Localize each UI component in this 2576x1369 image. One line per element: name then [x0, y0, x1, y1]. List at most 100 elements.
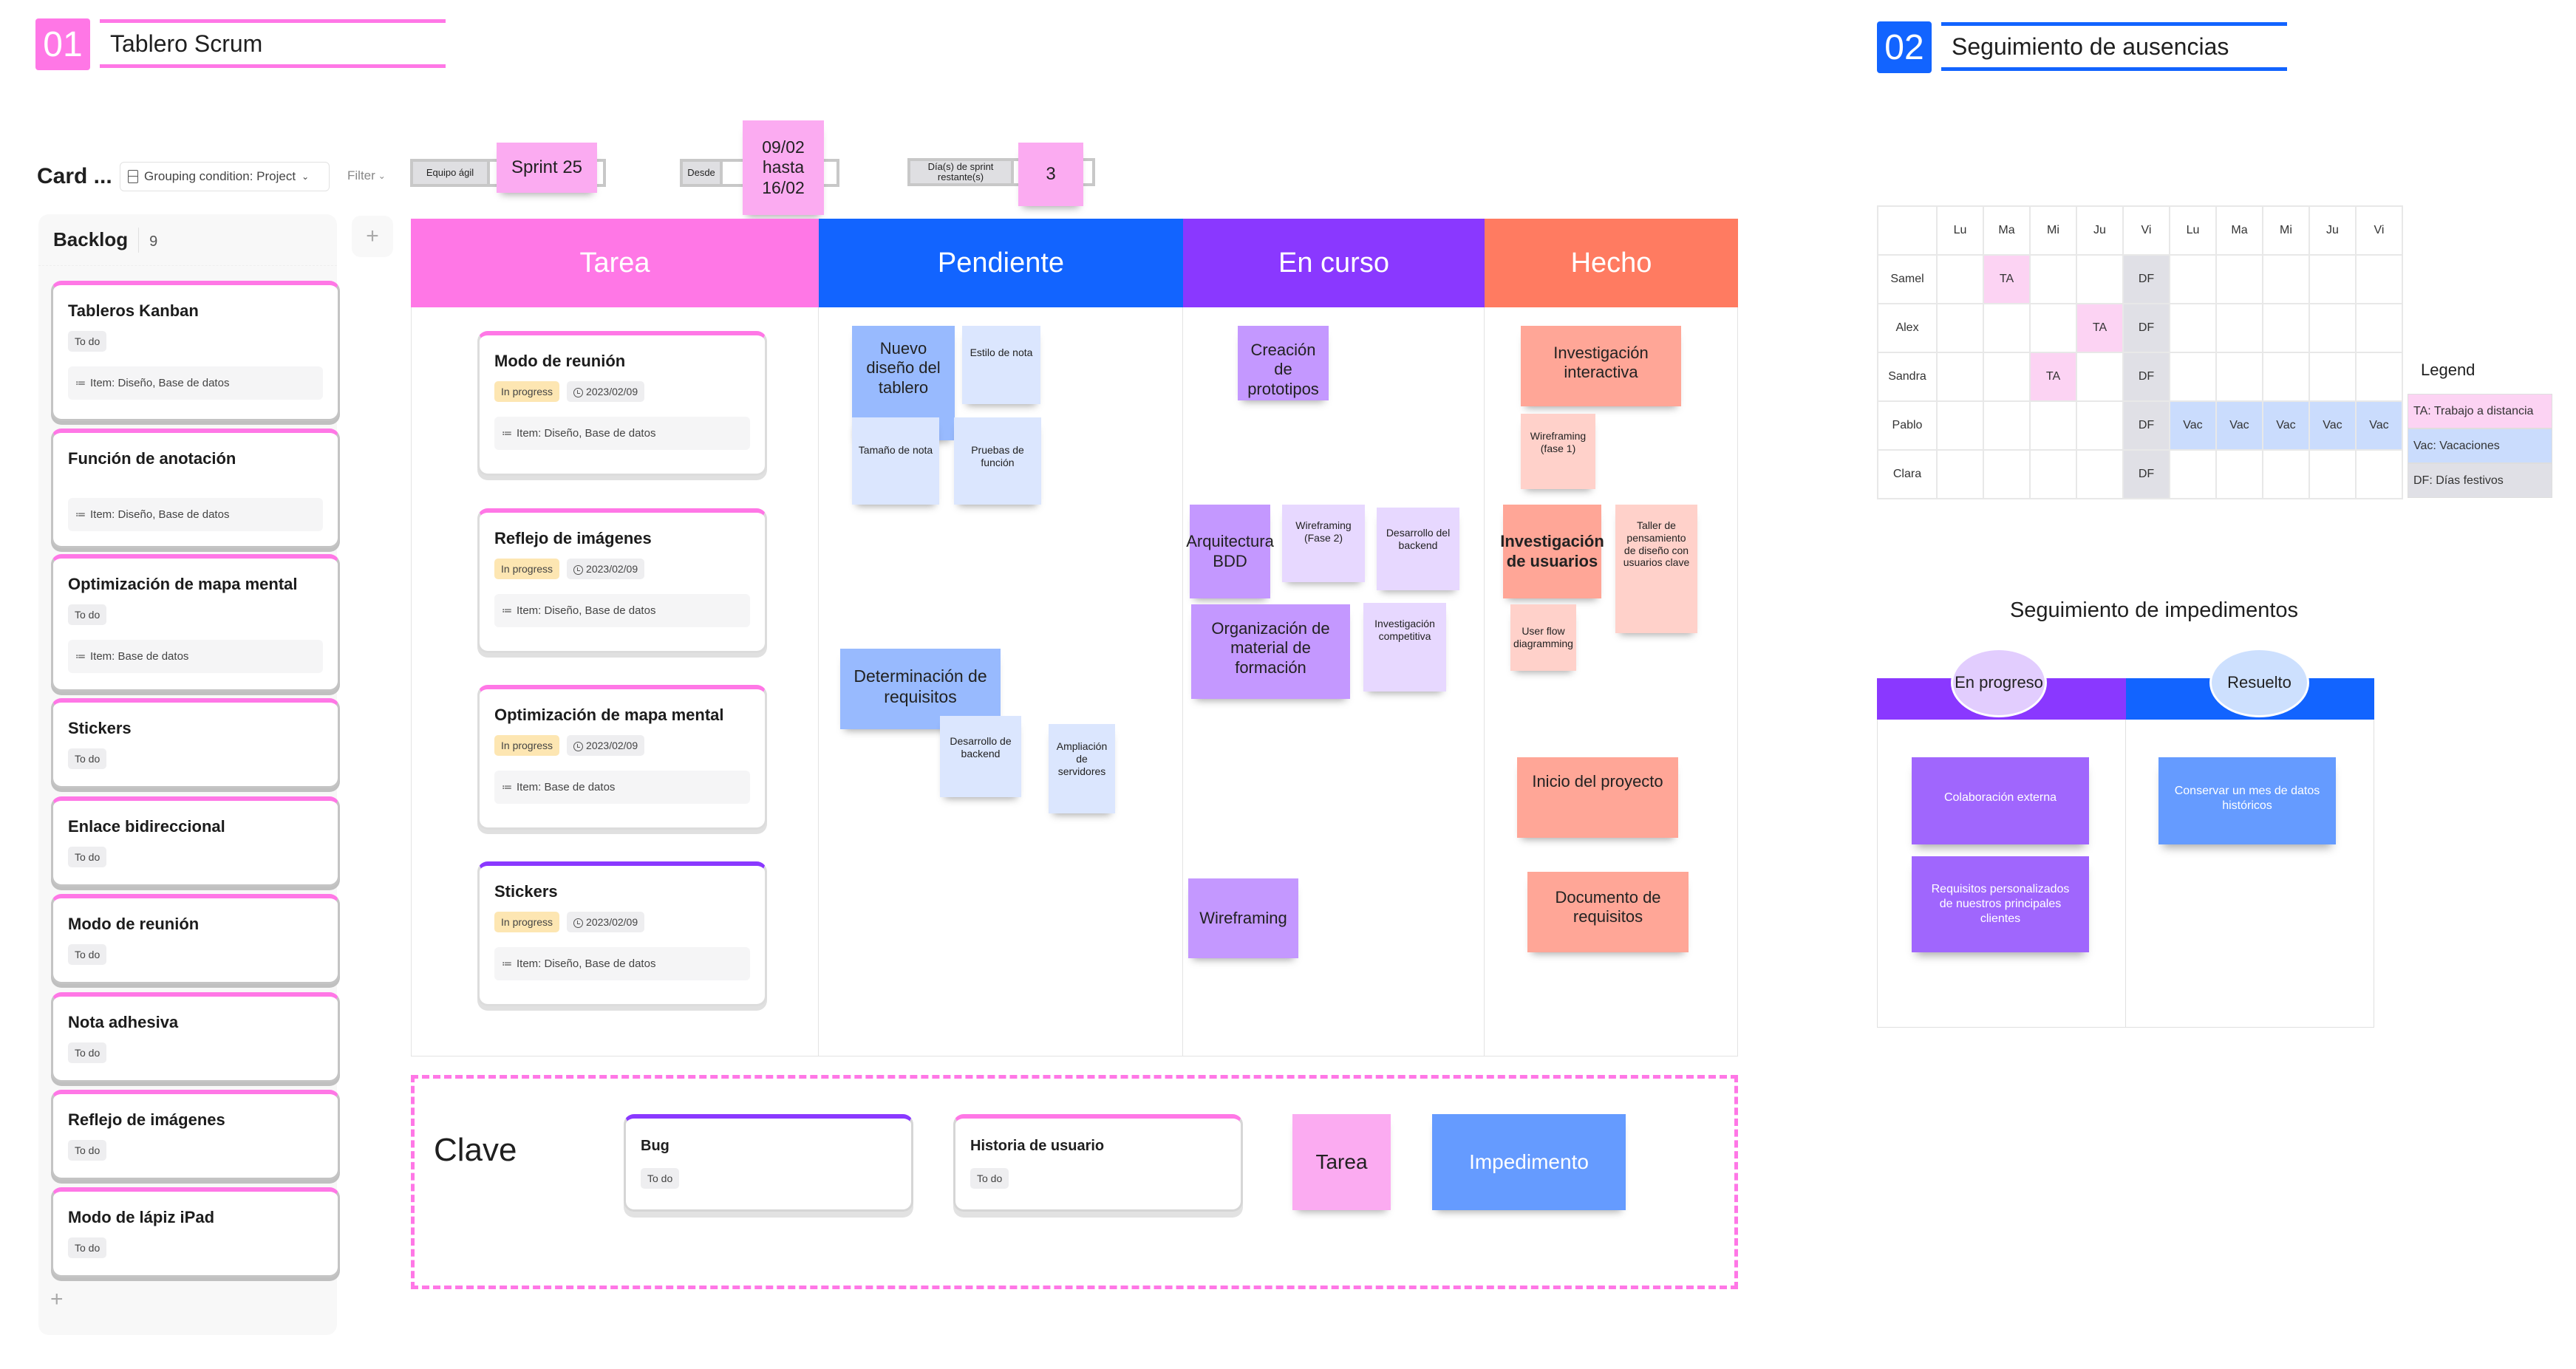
absence-cell[interactable]: Vac	[2355, 400, 2403, 451]
remaining-days-sticky-note[interactable]: 3	[1018, 143, 1083, 206]
task-card[interactable]: Modo de reunión In progress 2023/02/09 ≔…	[477, 331, 767, 476]
backlog-card[interactable]: Tableros Kanban To do ≔ Item: Diseño, Bas…	[51, 281, 340, 421]
sticky-note[interactable]: Pruebas de función	[954, 417, 1041, 505]
task-card[interactable]: Stickers In progress 2023/02/09 ≔ Item: D…	[477, 861, 767, 1006]
absence-cell[interactable]: TA	[1983, 254, 2031, 304]
task-card[interactable]: Reflejo de imágenes In progress 2023/02/…	[477, 508, 767, 653]
item-text: Item: Diseño, Base de datos	[517, 957, 656, 970]
absence-cell[interactable]	[1983, 303, 2031, 353]
day-header: Ju	[2308, 205, 2357, 256]
absence-cell[interactable]	[2076, 449, 2124, 499]
absence-cell[interactable]: DF	[2122, 400, 2170, 451]
absence-cell[interactable]	[2215, 303, 2263, 353]
sticky-note[interactable]: Investigación competitiva	[1363, 603, 1446, 692]
absence-cell[interactable]: Vac	[2215, 400, 2263, 451]
absence-cell[interactable]	[2308, 449, 2357, 499]
absence-cell[interactable]	[2262, 254, 2310, 304]
impediment-note[interactable]: Conservar un mes de datos históricos	[2158, 757, 2336, 844]
sticky-note[interactable]: Documento de requisitos	[1527, 872, 1689, 952]
backlog-card[interactable]: Modo de reunión To do	[51, 894, 340, 984]
task-card[interactable]: Optimización de mapa mental In progress …	[477, 685, 767, 830]
sticky-note[interactable]: Tamaño de nota	[852, 417, 939, 505]
sticky-note[interactable]: Desarrollo del backend	[1377, 508, 1459, 590]
sticky-note[interactable]: Arquitectura BDD	[1186, 505, 1274, 598]
absence-cell[interactable]	[2308, 254, 2357, 304]
item-text: Item: Base de datos	[90, 650, 189, 663]
absence-cell[interactable]: DF	[2122, 303, 2170, 353]
absence-cell[interactable]	[2355, 254, 2403, 304]
sticky-note[interactable]: Creación de prototipos	[1238, 326, 1329, 400]
card-title: Stickers	[494, 882, 558, 901]
filter-dropdown[interactable]: Filter ⌄	[347, 168, 386, 183]
absence-cell[interactable]: Vac	[2262, 400, 2310, 451]
backlog-card[interactable]: Stickers To do	[51, 698, 340, 788]
absence-cell[interactable]	[1936, 400, 1984, 451]
absence-cell[interactable]: DF	[2122, 352, 2170, 402]
backlog-card[interactable]: Enlace bidireccional To do	[51, 796, 340, 887]
absence-cell[interactable]	[1936, 303, 1984, 353]
sticky-note[interactable]: User flow diagramming	[1510, 604, 1576, 671]
absence-cell[interactable]	[2262, 449, 2310, 499]
absence-cell[interactable]	[2076, 254, 2124, 304]
absence-cell[interactable]	[2029, 400, 2077, 451]
absence-cell[interactable]	[2029, 254, 2077, 304]
absence-row: Pablo DF Vac Vac Vac Vac Vac	[1877, 400, 2403, 451]
sticky-note[interactable]: Ampliación de servidores	[1049, 724, 1115, 813]
absence-cell[interactable]	[2215, 254, 2263, 304]
sticky-note[interactable]: Investigación interactiva	[1521, 326, 1681, 406]
absence-cell[interactable]	[2029, 449, 2077, 499]
backlog-card[interactable]: Modo de lápiz iPad To do	[51, 1187, 340, 1277]
corner-cell	[1877, 205, 1938, 256]
impediment-note[interactable]: Requisitos personalizados de nuestros pr…	[1912, 856, 2089, 952]
sticky-note[interactable]: Investigación de usuarios	[1500, 505, 1604, 598]
sticky-note[interactable]: Inicio del proyecto	[1517, 757, 1678, 838]
sprint-sticky-note[interactable]: Sprint 25	[497, 143, 597, 193]
absence-cell[interactable]	[2262, 352, 2310, 402]
absence-cell[interactable]: Vac	[2169, 400, 2217, 451]
absence-cell[interactable]	[1983, 352, 2031, 402]
absence-cell[interactable]	[2308, 352, 2357, 402]
backlog-card[interactable]: Nota adhesiva To do	[51, 992, 340, 1082]
absence-cell[interactable]	[1936, 449, 1984, 499]
absence-cell[interactable]	[2215, 449, 2263, 499]
impediment-note[interactable]: Colaboración externa	[1912, 757, 2089, 844]
absence-cell[interactable]	[2169, 352, 2217, 402]
absence-cell[interactable]	[2262, 303, 2310, 353]
absence-cell[interactable]: DF	[2122, 254, 2170, 304]
sticky-note[interactable]: Taller de pensamiento de diseño con usua…	[1615, 505, 1697, 633]
absence-cell[interactable]	[2355, 449, 2403, 499]
sticky-note[interactable]: Estilo de nota	[962, 326, 1040, 404]
backlog-card[interactable]: Función de anotación ≔ Item: Diseño, Base…	[51, 429, 340, 548]
absence-cell[interactable]	[1936, 352, 1984, 402]
card-title: Modo de reunión	[68, 915, 200, 933]
key-user-story-card: Historia de usuario To do	[953, 1114, 1243, 1212]
sticky-note[interactable]: Desarrollo de backend	[940, 716, 1021, 797]
absence-cell[interactable]	[2076, 400, 2124, 451]
grouping-condition-dropdown[interactable]: Grouping condition: Project ⌄	[120, 162, 330, 191]
absence-cell[interactable]	[2169, 254, 2217, 304]
absence-cell[interactable]	[2355, 303, 2403, 353]
absence-cell[interactable]	[2308, 303, 2357, 353]
absence-cell[interactable]	[1983, 400, 2031, 451]
backlog-card[interactable]: Optimización de mapa mental To do ≔ Item:…	[51, 554, 340, 692]
date-range-sticky-note[interactable]: 09/02 hasta 16/02	[743, 120, 824, 215]
absence-cell[interactable]: TA	[2029, 352, 2077, 402]
sticky-note[interactable]: Wireframing (Fase 2)	[1282, 505, 1365, 582]
absence-cell[interactable]	[2355, 352, 2403, 402]
absence-cell[interactable]	[2215, 352, 2263, 402]
absence-cell[interactable]: TA	[2076, 303, 2124, 353]
absence-cell[interactable]	[1936, 254, 1984, 304]
add-column-button[interactable]: +	[352, 216, 393, 257]
absence-cell[interactable]	[2076, 352, 2124, 402]
sticky-note[interactable]: Organización de material de formación	[1191, 604, 1350, 699]
absence-cell[interactable]: DF	[2122, 449, 2170, 499]
absence-cell[interactable]	[2029, 303, 2077, 353]
absence-cell[interactable]: Vac	[2308, 400, 2357, 451]
sticky-note[interactable]: Wireframing	[1188, 878, 1298, 958]
sticky-note[interactable]: Wireframing (fase 1)	[1521, 414, 1595, 489]
absence-cell[interactable]	[1983, 449, 2031, 499]
absence-cell[interactable]	[2169, 303, 2217, 353]
absence-cell[interactable]	[2169, 449, 2217, 499]
backlog-card[interactable]: Reflejo de imágenes To do	[51, 1090, 340, 1180]
add-card-button[interactable]: +	[50, 1287, 64, 1312]
